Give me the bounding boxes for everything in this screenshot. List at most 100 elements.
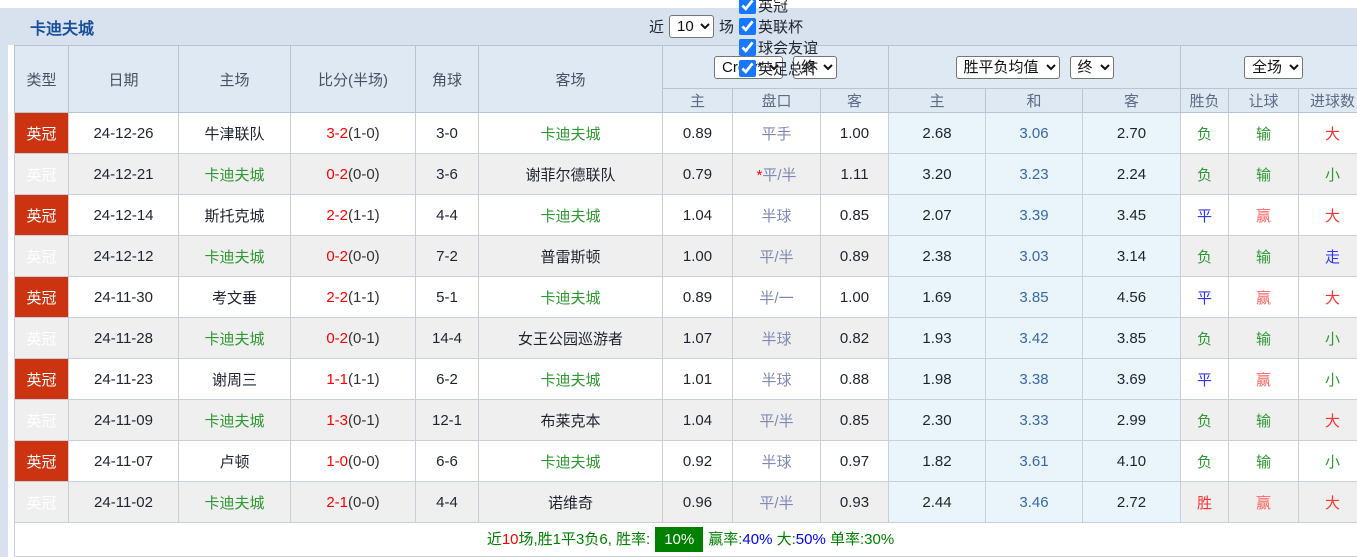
home-team[interactable]: 考文垂: [179, 277, 291, 318]
avg-home-cell: 3.20: [889, 154, 986, 195]
away-team[interactable]: 女王公园巡游者: [479, 318, 663, 359]
goals-outcome-cell: 大: [1299, 482, 1357, 523]
outcome-cell: 负: [1181, 154, 1229, 195]
sub-header-avg-draw: 和: [986, 89, 1083, 113]
league-filter-league-2[interactable]: 英联杯: [739, 16, 818, 37]
checkbox-1[interactable]: [739, 0, 756, 14]
col-header-date: 日期: [69, 46, 179, 113]
odds-home-cell: 1.04: [663, 400, 733, 441]
home-team[interactable]: 谢周三: [179, 359, 291, 400]
checkbox-4[interactable]: [739, 60, 756, 77]
goals-outcome-cell: 小: [1299, 318, 1357, 359]
away-team[interactable]: 布莱克本: [479, 400, 663, 441]
away-team[interactable]: 普雷斯顿: [479, 236, 663, 277]
fulltime-score: 0-2: [326, 330, 348, 347]
goals-outcome-cell: 大: [1299, 277, 1357, 318]
col-header-score: 比分(半场): [291, 46, 416, 113]
score-cell: 2-2(1-1): [291, 195, 416, 236]
handicap-cell: 平/半: [733, 482, 821, 523]
page-title: 卡迪夫城: [30, 15, 94, 39]
handicap-text: 平/半: [759, 413, 793, 430]
avg-home-cell: 1.98: [889, 359, 986, 400]
handicap-text: 平/半: [762, 167, 796, 184]
handicap-outcome-cell: 输: [1229, 236, 1299, 277]
home-team[interactable]: 卡迪夫城: [179, 154, 291, 195]
sub-header-odds-away: 客: [821, 89, 889, 113]
avg-away-cell: 3.69: [1083, 359, 1181, 400]
summary-segment: 50%: [796, 531, 826, 548]
avg-away-cell: 3.45: [1083, 195, 1181, 236]
home-team[interactable]: 卡迪夫城: [179, 482, 291, 523]
corners-cell: 5-1: [416, 277, 479, 318]
away-team[interactable]: 卡迪夫城: [479, 113, 663, 154]
away-team[interactable]: 卡迪夫城: [479, 441, 663, 482]
corners-cell: 7-2: [416, 236, 479, 277]
match-type-badge: 英冠: [15, 359, 69, 400]
corners-cell: 3-6: [416, 154, 479, 195]
handicap-outcome-cell: 输: [1229, 441, 1299, 482]
handicap-cell: *平/半: [733, 154, 821, 195]
odds-home-cell: 0.92: [663, 441, 733, 482]
odds-away-cell: 0.82: [821, 318, 889, 359]
league-filter-league-1[interactable]: 英冠: [739, 0, 818, 16]
match-count-select[interactable]: 10: [669, 15, 714, 38]
col-header-corner: 角球: [416, 46, 479, 113]
avg-type-select[interactable]: 胜平负均值: [956, 56, 1060, 79]
summary-segment: 近: [487, 531, 502, 548]
handicap-outcome-cell: 输: [1229, 400, 1299, 441]
title-bar: 卡迪夫城 近 10 场 同客英冠英联杯球会友谊英足总杯: [0, 8, 1357, 45]
avg-time-select[interactable]: 终: [1070, 56, 1114, 79]
fulltime-score: 0-2: [326, 248, 348, 265]
avg-away-cell: 3.85: [1083, 318, 1181, 359]
matches-table-wrap: 类型 日期 主场 比分(半场) 角球 客场 Crow* 终: [8, 45, 1357, 557]
home-team[interactable]: 卡迪夫城: [179, 318, 291, 359]
away-team[interactable]: 谢菲尔德联队: [479, 154, 663, 195]
away-team[interactable]: 卡迪夫城: [479, 277, 663, 318]
table-row: 英冠24-11-30考文垂2-2(1-1)5-1卡迪夫城0.89半/一1.001…: [15, 277, 1357, 318]
avg-home-cell: 2.44: [889, 482, 986, 523]
match-type-badge: 英冠: [15, 482, 69, 523]
match-rows: 英冠24-12-26牛津联队3-2(1-0)3-0卡迪夫城0.89平手1.002…: [15, 113, 1357, 523]
avg-draw-cell: 3.61: [986, 441, 1083, 482]
summary-segment: 场,胜1平3负6, 胜率:: [519, 531, 651, 548]
away-team[interactable]: 卡迪夫城: [479, 195, 663, 236]
avg-draw-cell: 3.46: [986, 482, 1083, 523]
col-header-away: 客场: [479, 46, 663, 113]
league-filter-league-4[interactable]: 英足总杯: [739, 58, 818, 79]
table-row: 英冠24-11-28卡迪夫城0-2(0-1)14-4女王公园巡游者1.07半球0…: [15, 318, 1357, 359]
home-team[interactable]: 斯托克城: [179, 195, 291, 236]
checkbox-2[interactable]: [739, 18, 756, 35]
handicap-cell: 平/半: [733, 236, 821, 277]
corners-cell: 4-4: [416, 195, 479, 236]
score-cell: 2-2(1-1): [291, 277, 416, 318]
checkbox-3[interactable]: [739, 39, 756, 56]
summary-segment: 30%: [864, 531, 894, 548]
table-row: 英冠24-12-26牛津联队3-2(1-0)3-0卡迪夫城0.89平手1.002…: [15, 113, 1357, 154]
away-team[interactable]: 卡迪夫城: [479, 359, 663, 400]
home-team[interactable]: 卡迪夫城: [179, 236, 291, 277]
avg-home-cell: 2.38: [889, 236, 986, 277]
handicap-outcome-cell: 赢: [1229, 195, 1299, 236]
home-team[interactable]: 卡迪夫城: [179, 400, 291, 441]
handicap-outcome-cell: 输: [1229, 113, 1299, 154]
odds-home-cell: 1.07: [663, 318, 733, 359]
avg-draw-cell: 3.23: [986, 154, 1083, 195]
outcome-cell: 负: [1181, 441, 1229, 482]
score-cell: 0-2(0-1): [291, 318, 416, 359]
away-team[interactable]: 诺维奇: [479, 482, 663, 523]
near-label: 近: [649, 16, 664, 37]
home-team[interactable]: 牛津联队: [179, 113, 291, 154]
home-team[interactable]: 卢顿: [179, 441, 291, 482]
outcome-cell: 负: [1181, 400, 1229, 441]
handicap-outcome-cell: 输: [1229, 318, 1299, 359]
matches-table: 类型 日期 主场 比分(半场) 角球 客场 Crow* 终: [14, 45, 1357, 557]
corners-cell: 6-6: [416, 441, 479, 482]
match-date: 24-12-14: [69, 195, 179, 236]
league-filter-checkboxes: 同客英冠英联杯球会友谊英足总杯: [739, 0, 818, 79]
outcome-cell: 胜: [1181, 482, 1229, 523]
table-row: 英冠24-12-14斯托克城2-2(1-1)4-4卡迪夫城1.04半球0.852…: [15, 195, 1357, 236]
handicap-outcome-cell: 赢: [1229, 359, 1299, 400]
result-scope-select[interactable]: 全场: [1244, 56, 1303, 79]
league-filter-league-3[interactable]: 球会友谊: [739, 37, 818, 58]
fulltime-score: 2-2: [326, 289, 348, 306]
